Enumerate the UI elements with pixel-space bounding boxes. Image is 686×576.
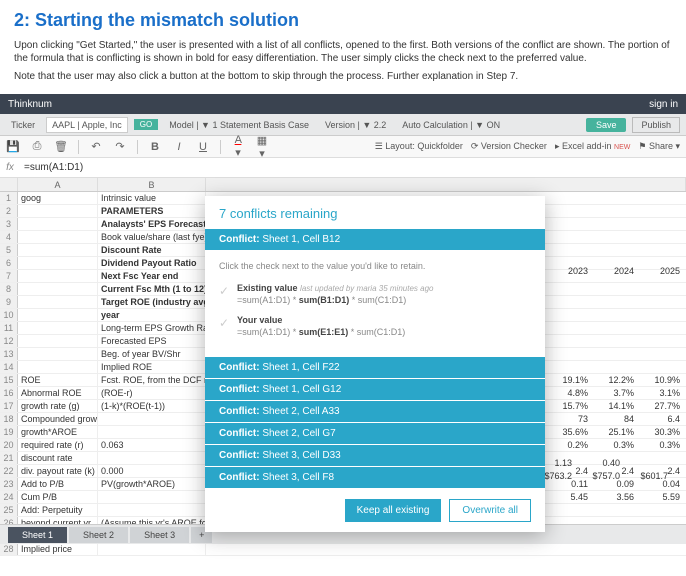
fill-icon[interactable]: ▦ ▾ (255, 134, 269, 160)
version-checker[interactable]: ⟳ Version Checker (471, 141, 547, 152)
conflict-item-4[interactable]: Conflict: Sheet 2, Cell G7 (205, 423, 545, 444)
existing-value-option[interactable]: ✓ Existing value last updated by maria 3… (219, 283, 531, 305)
ticker-input[interactable]: AAPL | Apple, Inc (46, 117, 128, 133)
your-value-option[interactable]: ✓ Your value =sum(A1:D1) * sum(E1:E1) * … (219, 315, 531, 337)
share-button[interactable]: ⚑ Share ▾ (638, 141, 680, 152)
conflict-modal: 7 conflicts remaining Conflict: Sheet 1,… (205, 196, 545, 532)
col-headers: A B (0, 178, 686, 192)
conflict-item-3[interactable]: Conflict: Sheet 2, Cell A33 (205, 401, 545, 422)
doc-title: 2: Starting the mismatch solution (14, 10, 672, 31)
brand-logo: Thinknum (8, 99, 52, 110)
doc-para1: Upon clicking "Get Started," the user is… (14, 39, 672, 65)
save-button[interactable]: Save (586, 118, 627, 132)
trash-icon[interactable]: 🗑 (54, 140, 68, 153)
col-a[interactable]: A (18, 178, 98, 191)
save-icon[interactable]: 💾 (6, 140, 20, 153)
ribbon: Ticker AAPL | Apple, Inc GO Model | ▼ 1 … (0, 114, 686, 136)
conflict-item-5[interactable]: Conflict: Sheet 3, Cell D33 (205, 445, 545, 466)
underline-icon[interactable]: U (196, 141, 210, 153)
app-frame: Thinknum sign in Ticker AAPL | Apple, In… (0, 94, 686, 544)
check-icon[interactable]: ✓ (219, 316, 229, 330)
conflict-item-2[interactable]: Conflict: Sheet 1, Cell G12 (205, 379, 545, 400)
conflict-item-6[interactable]: Conflict: Sheet 3, Cell F8 (205, 467, 545, 488)
bold-icon[interactable]: B (148, 141, 162, 153)
undo-icon[interactable]: ↶ (89, 140, 103, 153)
version-select[interactable]: Version | ▼ 2.2 (320, 118, 391, 132)
doc-para2: Note that the user may also click a butt… (14, 70, 672, 83)
toolbar: 💾 ⎙ 🗑 ↶ ↷ B I U A ▾ ▦ ▾ ☰ Layout: Quickf… (0, 136, 686, 158)
overwrite-all-button[interactable]: Overwrite all (449, 499, 531, 522)
fx-icon: fx (0, 162, 20, 173)
sheet-tab-1[interactable]: Sheet 2 (69, 527, 128, 543)
redo-icon[interactable]: ↷ (113, 140, 127, 153)
publish-button[interactable]: Publish (632, 117, 680, 133)
signin-link[interactable]: sign in (649, 99, 678, 110)
autocalc-select[interactable]: Auto Calculation | ▼ ON (397, 118, 505, 132)
go-button[interactable]: GO (134, 119, 158, 130)
keep-all-button[interactable]: Keep all existing (345, 499, 442, 522)
modal-header: 7 conflicts remaining (205, 196, 545, 229)
layout-select[interactable]: ☰ Layout: Quickfolder (375, 141, 463, 152)
model-select[interactable]: Model | ▼ 1 Statement Basis Case (164, 118, 314, 132)
check-icon[interactable]: ✓ (219, 284, 229, 298)
conflict-item-0[interactable]: Conflict: Sheet 1, Cell B12 (205, 229, 545, 250)
conflict-item-1[interactable]: Conflict: Sheet 1, Cell F22 (205, 357, 545, 378)
ticker-label: Ticker (6, 118, 40, 132)
formula-content[interactable]: =sum(A1:D1) (20, 162, 686, 173)
italic-icon[interactable]: I (172, 141, 186, 153)
excel-addin[interactable]: ▸ Excel add-in NEW (555, 141, 630, 152)
sheet-tab-2[interactable]: Sheet 3 (130, 527, 189, 543)
grid-row[interactable]: 28Implied price (0, 543, 686, 556)
print-icon[interactable]: ⎙ (30, 140, 44, 153)
topbar: Thinknum sign in (0, 94, 686, 114)
textcolor-icon[interactable]: A ▾ (231, 134, 245, 159)
modal-instruction: Click the check next to the value you'd … (219, 261, 531, 271)
sheet-tab-0[interactable]: Sheet 1 (8, 527, 67, 543)
formula-bar[interactable]: fx =sum(A1:D1) (0, 158, 686, 178)
col-b[interactable]: B (98, 178, 206, 191)
